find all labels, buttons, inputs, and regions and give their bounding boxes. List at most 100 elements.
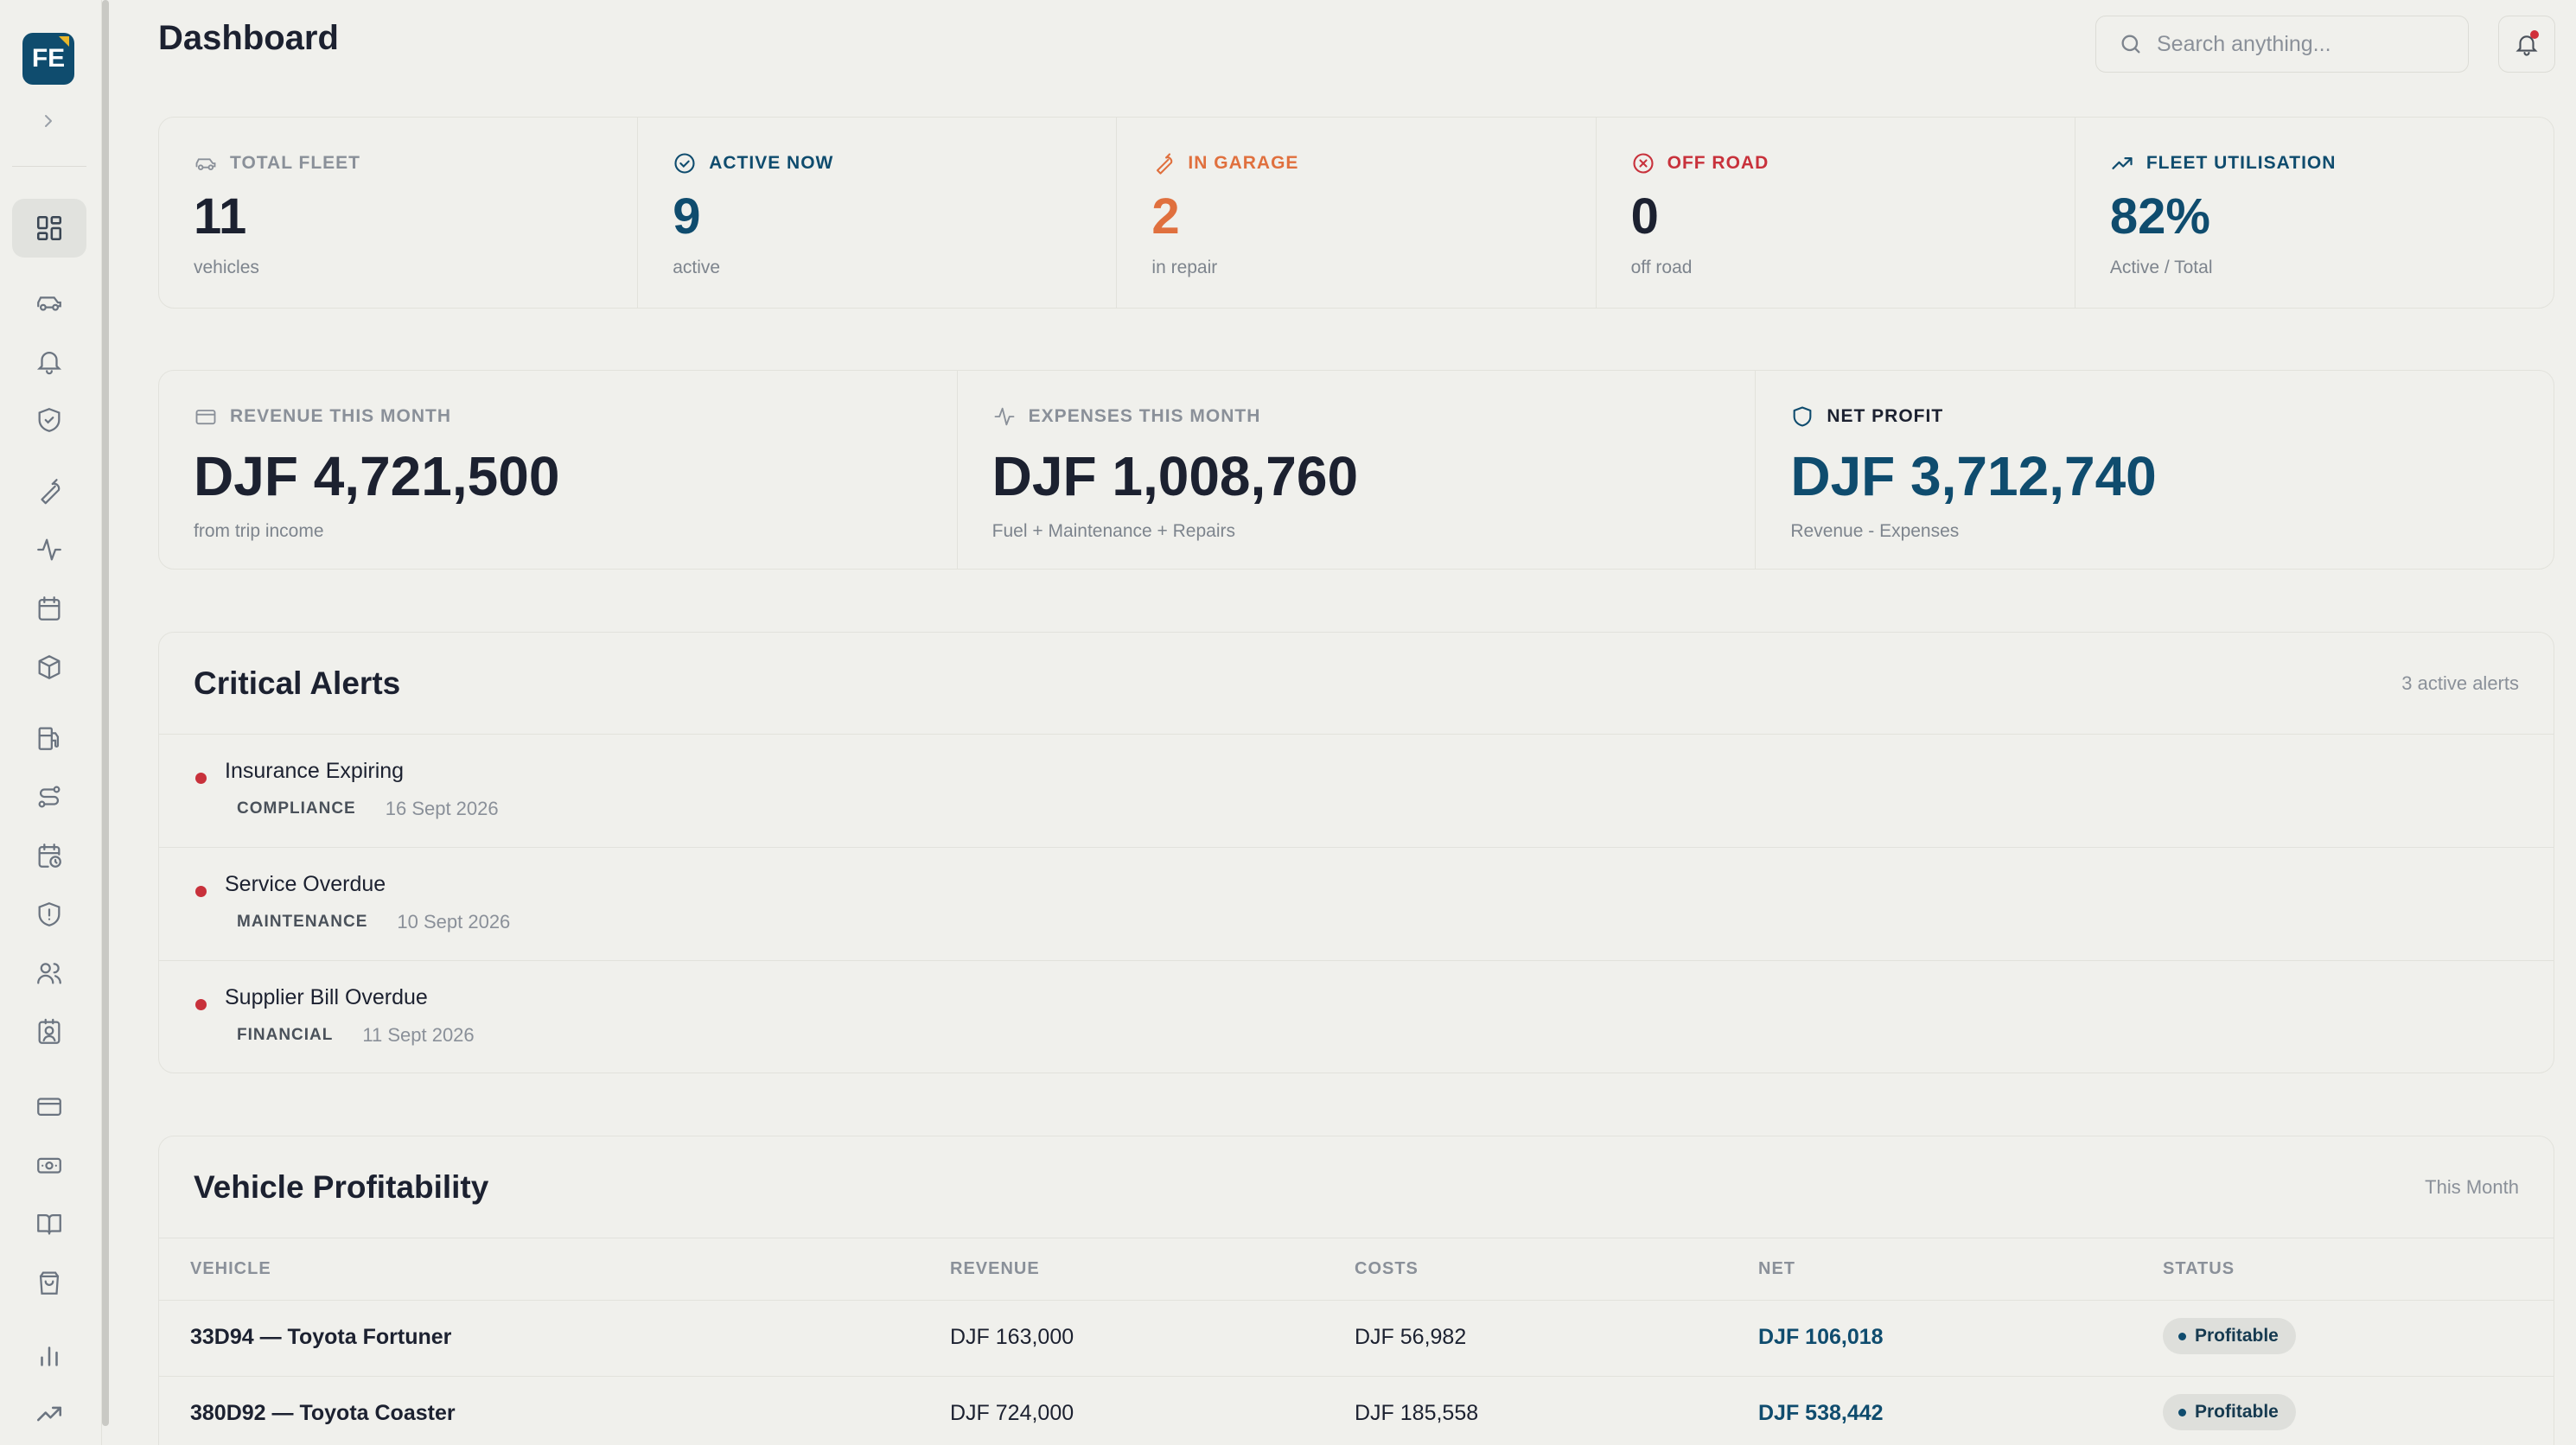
stat-expenses: EXPENSES THIS MONTH DJF 1,008,760 Fuel +… <box>958 371 1757 569</box>
sidebar-item-maintenance[interactable] <box>12 462 86 520</box>
book-icon <box>37 1213 61 1235</box>
sidebar-item-payments[interactable] <box>12 1077 86 1136</box>
sidebar-item-vehicles[interactable] <box>12 273 86 332</box>
activity-icon <box>994 407 1015 426</box>
stat-sub: vehicles <box>194 258 259 277</box>
column-header-net[interactable]: NET <box>1758 1259 1795 1279</box>
column-header-vehicle[interactable]: VEHICLE <box>190 1259 271 1279</box>
sidebar-item-activity[interactable] <box>12 520 86 579</box>
search-box[interactable] <box>2095 16 2469 73</box>
alert-title: Supplier Bill Overdue <box>225 985 428 1009</box>
search-icon <box>2121 35 2140 54</box>
sidebar-item-calendar[interactable] <box>12 579 86 638</box>
stat-sub: in repair <box>1151 258 1218 277</box>
sidebar-item-dashboard[interactable] <box>12 199 86 258</box>
stat-label: TOTAL FLEET <box>230 153 360 173</box>
stat-net-profit: NET PROFIT DJF 3,712,740 Revenue - Expen… <box>1756 371 2554 569</box>
status-badge: Profitable <box>2163 1318 2296 1354</box>
table-row[interactable]: 33D94 — Toyota Fortuner DJF 163,000 DJF … <box>159 1301 2554 1377</box>
car-icon <box>37 296 61 311</box>
stat-revenue: REVENUE THIS MONTH DJF 4,721,500 from tr… <box>159 371 958 569</box>
sidebar-scrollbar[interactable] <box>102 0 109 1426</box>
stat-sub: Revenue - Expenses <box>1790 521 1960 541</box>
column-header-status[interactable]: STATUS <box>2163 1259 2235 1279</box>
critical-alerts-card: Critical Alerts 3 active alerts Insuranc… <box>158 632 2554 1073</box>
sidebar-item-users[interactable] <box>12 944 86 1003</box>
trending-up-icon <box>36 1406 62 1422</box>
stat-label: ACTIVE NOW <box>709 153 834 173</box>
vehicle-profitability-card: Vehicle Profitability This Month VEHICLE… <box>158 1136 2554 1445</box>
search-input[interactable] <box>2157 31 2451 57</box>
stat-sub: Active / Total <box>2109 258 2213 277</box>
sidebar-item-purchases[interactable] <box>12 1253 86 1312</box>
stat-value: DJF 1,008,760 <box>992 445 1359 507</box>
sidebar-item-ledger[interactable] <box>12 1194 86 1253</box>
stat-label: REVENUE THIS MONTH <box>230 406 452 426</box>
check-circle-icon <box>674 153 695 174</box>
alert-item[interactable]: Insurance Expiring COMPLIANCE 16 Sept 20… <box>159 735 2554 848</box>
cell-revenue: DJF 163,000 <box>950 1325 1074 1349</box>
sidebar-item-compliance[interactable] <box>12 391 86 449</box>
stat-total-fleet: TOTAL FLEET 11 vehicles <box>159 118 639 308</box>
calendar-clock-icon <box>38 843 61 868</box>
sidebar-item-drivers[interactable] <box>12 1003 86 1061</box>
notification-dot <box>2530 30 2539 39</box>
chevron-right-icon[interactable] <box>38 111 59 131</box>
stat-sub: off road <box>1630 258 1693 277</box>
package-icon <box>38 655 61 679</box>
status-badge: Profitable <box>2163 1394 2296 1430</box>
sidebar-item-schedule[interactable] <box>12 826 86 885</box>
sidebar-item-finance[interactable] <box>12 1136 86 1194</box>
sidebar: FE <box>0 0 102 1445</box>
sidebar-item-alerts[interactable] <box>12 332 86 391</box>
bar-chart-icon <box>41 1346 58 1366</box>
dashboard-icon <box>36 215 62 241</box>
sidebar-item-analytics[interactable] <box>12 1385 86 1443</box>
stat-label: IN GARAGE <box>1188 153 1299 173</box>
stat-sub: Fuel + Maintenance + Repairs <box>992 521 1235 541</box>
trending-up-icon <box>2112 157 2133 169</box>
cell-costs: DJF 185,558 <box>1355 1401 1479 1425</box>
column-header-costs[interactable]: COSTS <box>1355 1259 1419 1279</box>
stat-fleet-utilisation: FLEET UTILISATION 82% Active / Total <box>2075 118 2554 308</box>
alert-item[interactable]: Supplier Bill Overdue FINANCIAL 11 Sept … <box>159 961 2554 1073</box>
alert-date: 11 Sept 2026 <box>362 1024 475 1046</box>
stat-off-road: OFF ROAD 0 off road <box>1597 118 2075 308</box>
banknote-icon <box>37 1157 61 1174</box>
alert-status-dot <box>195 999 207 1010</box>
cell-net: DJF 538,442 <box>1758 1401 1884 1425</box>
x-circle-icon <box>1633 153 1654 174</box>
period-label: This Month <box>2425 1175 2519 1198</box>
wrench-icon <box>41 479 61 505</box>
alert-status-dot <box>195 773 207 784</box>
alerts-count: 3 active alerts <box>2401 672 2519 694</box>
status-dot <box>2178 1332 2186 1340</box>
sidebar-item-safety[interactable] <box>12 885 86 944</box>
alert-category: COMPLIANCE <box>237 799 356 818</box>
table-row[interactable]: 380D92 — Toyota Coaster DJF 724,000 DJF … <box>159 1377 2554 1445</box>
column-header-revenue[interactable]: REVENUE <box>950 1259 1040 1279</box>
table-header: VEHICLE REVENUE COSTS NET STATUS <box>159 1238 2554 1301</box>
shield-check-icon <box>38 408 61 432</box>
cell-vehicle: 380D92 — Toyota Coaster <box>190 1401 456 1425</box>
route-icon <box>38 786 61 808</box>
profitability-header: Vehicle Profitability This Month <box>159 1136 2554 1238</box>
stat-label: NET PROFIT <box>1827 406 1944 426</box>
sidebar-item-fuel[interactable] <box>12 709 86 767</box>
fleet-stats-card: TOTAL FLEET 11 vehicles ACTIVE NOW 9 act… <box>158 117 2554 309</box>
credit-card-icon <box>195 410 216 425</box>
notifications-button[interactable] <box>2498 16 2555 73</box>
stat-in-garage: IN GARAGE 2 in repair <box>1117 118 1597 308</box>
stat-value: 9 <box>673 188 701 245</box>
alert-title: Service Overdue <box>225 872 386 896</box>
wrench-icon <box>1157 153 1173 175</box>
alert-item[interactable]: Service Overdue MAINTENANCE 10 Sept 2026 <box>159 848 2554 961</box>
sidebar-item-routes[interactable] <box>12 767 86 826</box>
sidebar-item-reports[interactable] <box>12 1326 86 1385</box>
car-icon <box>195 158 216 170</box>
section-title: Vehicle Profitability <box>194 1168 489 1205</box>
app-logo[interactable]: FE <box>22 33 74 85</box>
sidebar-item-inventory[interactable] <box>12 638 86 697</box>
stat-sub: active <box>673 258 721 277</box>
alert-status-dot <box>195 886 207 897</box>
